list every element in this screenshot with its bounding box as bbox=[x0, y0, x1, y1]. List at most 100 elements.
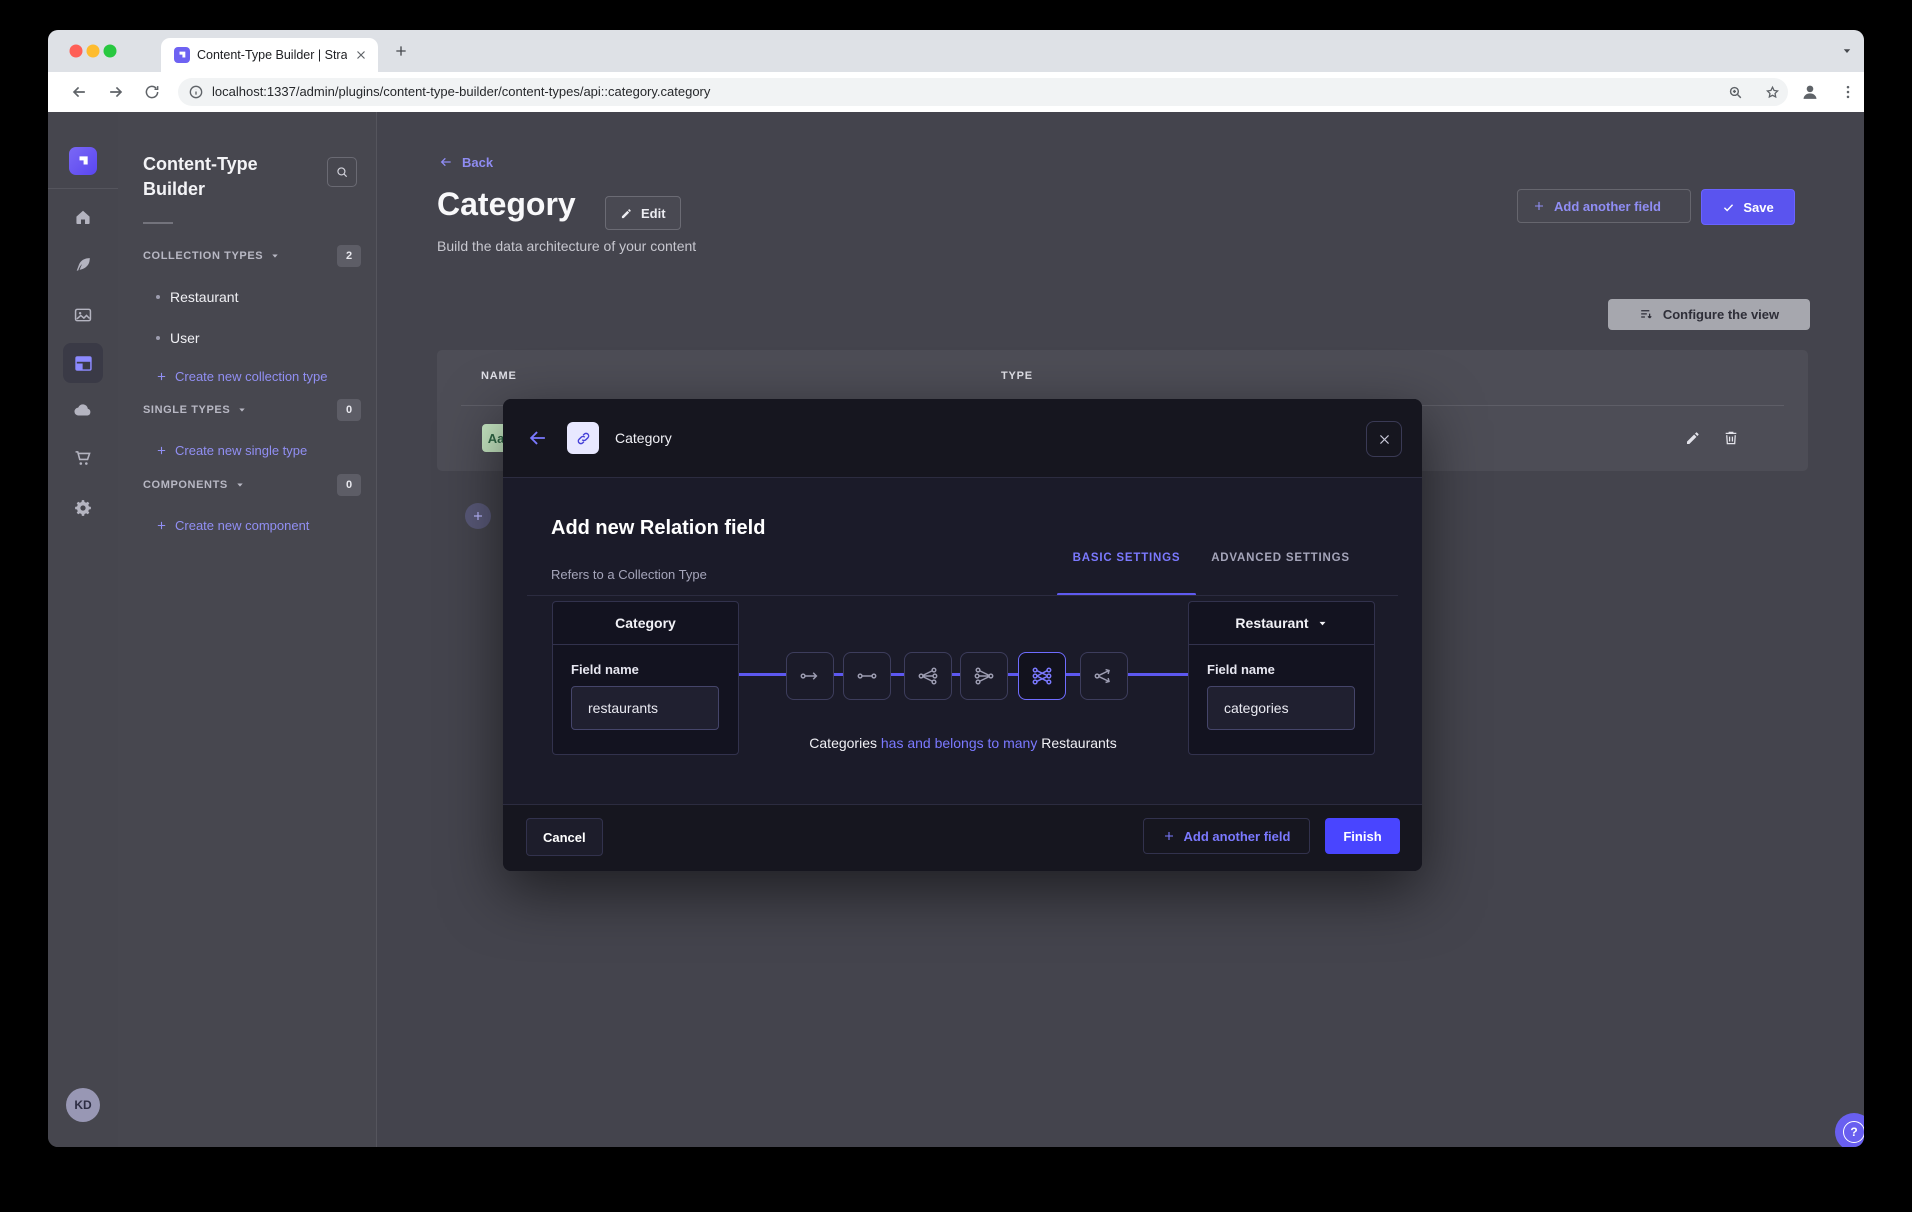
configure-view-button[interactable]: Configure the view bbox=[1608, 299, 1810, 330]
save-button[interactable]: Save bbox=[1701, 189, 1795, 225]
sidebar-search-button[interactable] bbox=[327, 157, 357, 187]
section-single-types[interactable]: SINGLE TYPES bbox=[143, 400, 247, 420]
user-avatar[interactable]: KD bbox=[66, 1088, 100, 1122]
relation-one-way-icon[interactable] bbox=[786, 652, 834, 700]
url-text[interactable]: localhost:1337/admin/plugins/content-typ… bbox=[212, 84, 710, 99]
profile-avatar-icon[interactable] bbox=[1799, 81, 1821, 103]
question-mark-icon: ? bbox=[1843, 1121, 1864, 1143]
tab-basic-settings[interactable]: BASIC SETTINGS bbox=[1057, 546, 1196, 570]
source-field-name-label: Field name bbox=[571, 662, 639, 677]
main-nav-rail: KD bbox=[48, 112, 119, 1147]
settings-gear-icon[interactable] bbox=[73, 498, 94, 519]
delete-field-trash-icon[interactable] bbox=[1723, 430, 1740, 447]
relation-many-to-many-icon[interactable] bbox=[1018, 652, 1066, 700]
create-component-link[interactable]: Create new component bbox=[156, 515, 309, 535]
plus-icon bbox=[1163, 830, 1175, 842]
omnibox[interactable]: localhost:1337/admin/plugins/content-typ… bbox=[178, 78, 1788, 106]
section-components[interactable]: COMPONENTS bbox=[143, 475, 245, 495]
page-title: Category bbox=[437, 186, 576, 223]
modal-title: Add new Relation field bbox=[551, 517, 765, 540]
browser-url-bar: localhost:1337/admin/plugins/content-typ… bbox=[48, 72, 1864, 112]
relation-many-way-icon[interactable] bbox=[1080, 652, 1128, 700]
sidebar-item-restaurant[interactable]: Restaurant bbox=[156, 287, 238, 307]
zoom-page-icon[interactable] bbox=[1727, 84, 1744, 101]
traffic-light-minimize[interactable] bbox=[87, 45, 100, 58]
edit-button[interactable]: Edit bbox=[605, 196, 681, 230]
content-type-builder-icon[interactable] bbox=[63, 343, 103, 383]
browser-menu-icon[interactable] bbox=[1839, 83, 1857, 101]
modal-back-arrow-icon[interactable] bbox=[527, 427, 549, 449]
target-field-name-input[interactable]: categories bbox=[1207, 686, 1355, 730]
modal-tabs-divider bbox=[527, 595, 1398, 596]
edit-field-pencil-icon[interactable] bbox=[1685, 430, 1702, 447]
browser-window: Content-Type Builder | Strapi localhost:… bbox=[48, 30, 1864, 1147]
relation-one-to-many-icon[interactable] bbox=[904, 652, 952, 700]
single-types-count-badge: 0 bbox=[337, 399, 361, 421]
target-field-name-label: Field name bbox=[1207, 662, 1275, 677]
bullet-dot-icon bbox=[156, 295, 160, 299]
add-relation-modal: Category Add new Relation field Refers t… bbox=[503, 399, 1422, 871]
back-link[interactable]: Back bbox=[438, 154, 493, 170]
tab-close-icon[interactable] bbox=[354, 48, 368, 62]
sidebar-title: Content-Type Builder bbox=[143, 152, 313, 202]
new-tab-icon[interactable] bbox=[393, 43, 409, 59]
pencil-icon bbox=[620, 207, 633, 220]
create-collection-type-link[interactable]: Create new collection type bbox=[156, 366, 327, 386]
relation-one-to-one-icon[interactable] bbox=[843, 652, 891, 700]
relation-subject: Categories bbox=[809, 735, 877, 751]
chevron-down-icon bbox=[235, 480, 245, 490]
cloud-icon[interactable] bbox=[72, 399, 94, 421]
strapi-logo-icon[interactable] bbox=[69, 147, 97, 175]
reload-icon[interactable] bbox=[143, 83, 161, 101]
relation-link-icon bbox=[567, 422, 599, 454]
strapi-favicon-icon bbox=[174, 47, 190, 63]
finish-button[interactable]: Finish bbox=[1325, 818, 1400, 854]
relation-verb: has and belongs to many bbox=[881, 735, 1037, 751]
tab-search-chevron-icon[interactable] bbox=[1840, 44, 1854, 58]
modal-breadcrumb: Category bbox=[615, 430, 672, 446]
back-nav-icon[interactable] bbox=[69, 82, 89, 102]
add-another-field-button[interactable]: Add another field bbox=[1517, 189, 1691, 223]
content-manager-feather-icon[interactable] bbox=[73, 255, 94, 276]
create-single-type-link[interactable]: Create new single type bbox=[156, 440, 307, 460]
section-collection-types[interactable]: COLLECTION TYPES bbox=[143, 246, 280, 266]
check-icon bbox=[1722, 201, 1735, 214]
source-field-name-input[interactable]: restaurants bbox=[571, 686, 719, 730]
home-icon[interactable] bbox=[73, 207, 94, 228]
plus-icon bbox=[156, 445, 167, 456]
page-subtitle: Build the data architecture of your cont… bbox=[437, 238, 696, 254]
column-header-name: NAME bbox=[481, 370, 517, 382]
rail-divider bbox=[48, 188, 118, 189]
modal-add-another-field-button[interactable]: Add another field bbox=[1143, 818, 1310, 854]
media-library-icon[interactable] bbox=[73, 305, 94, 326]
bullet-dot-icon bbox=[156, 336, 160, 340]
plus-circle-icon bbox=[465, 503, 491, 529]
sidebar-divider bbox=[143, 222, 173, 224]
source-type-title: Category bbox=[553, 602, 738, 645]
tab-advanced-settings[interactable]: ADVANCED SETTINGS bbox=[1203, 546, 1358, 570]
modal-header: Category bbox=[503, 399, 1422, 478]
cancel-button[interactable]: Cancel bbox=[526, 818, 603, 856]
arrow-left-icon bbox=[438, 154, 454, 170]
close-icon bbox=[1377, 432, 1392, 447]
source-type-card: Category Field name restaurants bbox=[552, 601, 739, 755]
chevron-down-icon bbox=[270, 251, 280, 261]
bookmark-star-icon[interactable] bbox=[1764, 84, 1781, 101]
plus-icon bbox=[156, 371, 167, 382]
modal-close-button[interactable] bbox=[1366, 421, 1402, 457]
traffic-light-close[interactable] bbox=[70, 45, 83, 58]
target-type-select[interactable]: Restaurant bbox=[1189, 602, 1374, 645]
relation-many-to-one-icon[interactable] bbox=[960, 652, 1008, 700]
site-info-icon[interactable] bbox=[188, 84, 204, 100]
collection-types-count-badge: 2 bbox=[337, 245, 361, 267]
plus-icon bbox=[1533, 200, 1545, 212]
help-button[interactable]: ? bbox=[1835, 1113, 1864, 1147]
forward-nav-icon[interactable] bbox=[106, 82, 126, 102]
relation-object: Restaurants bbox=[1041, 735, 1116, 751]
traffic-light-zoom[interactable] bbox=[104, 45, 117, 58]
components-count-badge: 0 bbox=[337, 474, 361, 496]
modal-subtitle: Refers to a Collection Type bbox=[551, 567, 707, 582]
browser-tab[interactable]: Content-Type Builder | Strapi bbox=[161, 38, 378, 72]
marketplace-cart-icon[interactable] bbox=[73, 448, 94, 469]
sidebar-item-user[interactable]: User bbox=[156, 328, 200, 348]
